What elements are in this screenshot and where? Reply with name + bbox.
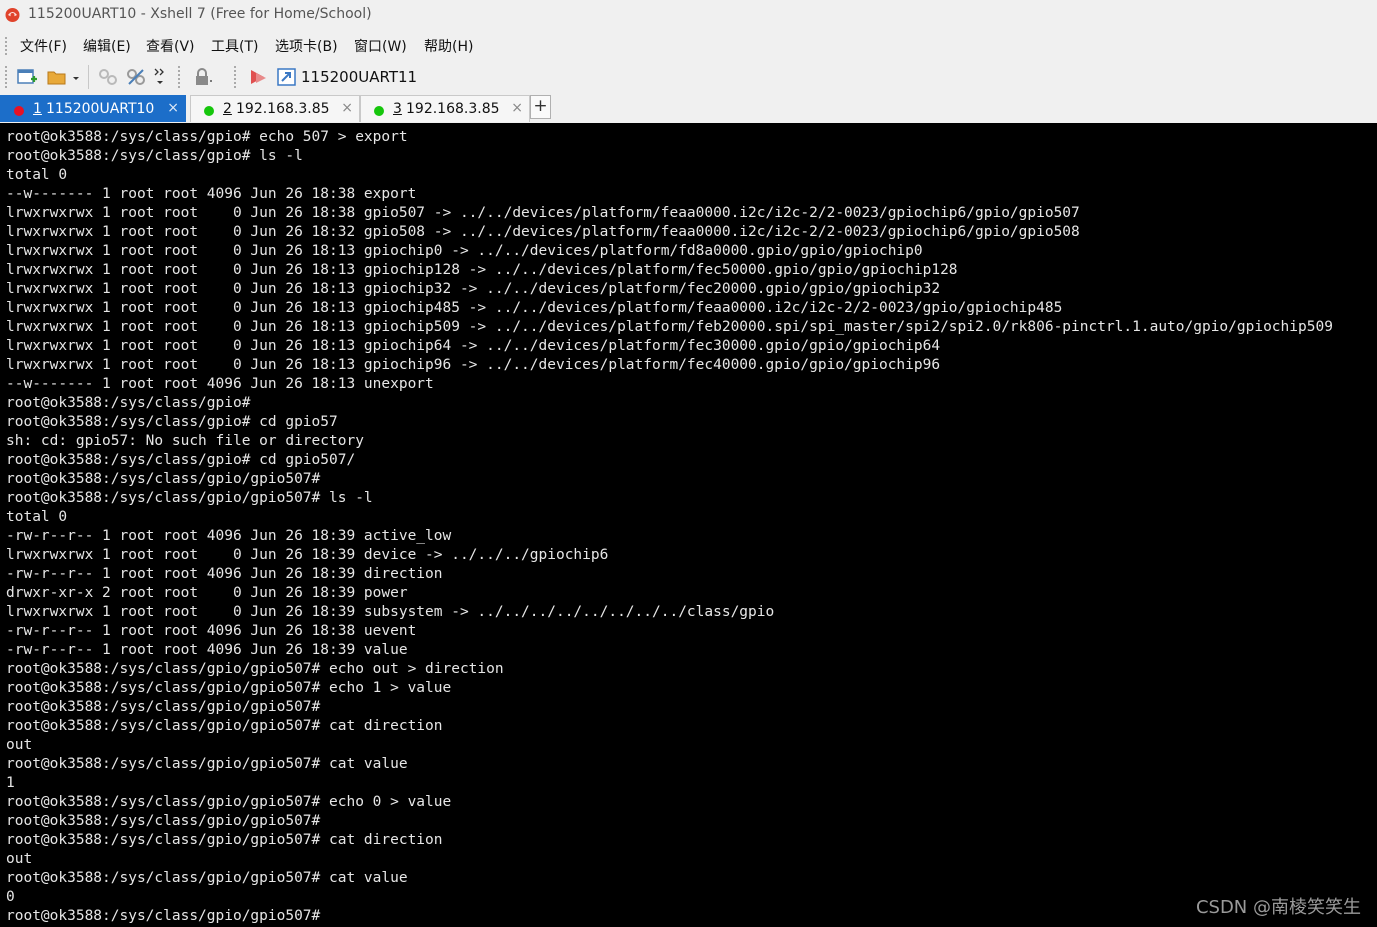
transfer-icon[interactable] — [248, 66, 270, 88]
menu-grip — [5, 37, 11, 55]
close-icon[interactable]: × — [167, 100, 179, 116]
xshell-logo-icon — [5, 8, 20, 22]
terminal-line: lrwxrwxrwx 1 root root 0 Jun 26 18:13 gp… — [6, 300, 1063, 316]
terminal-line: -rw-r--r-- 1 root root 4096 Jun 26 18:39… — [6, 642, 408, 658]
watermark: CSDN @南棱笑笑生 — [1195, 897, 1361, 918]
tab-session-3[interactable]: 3 192.168.3.85 × — [360, 95, 530, 122]
menu-window[interactable]: 窗口(W) — [354, 36, 407, 56]
terminal-line: root@ok3588:/sys/class/gpio/gpio507# cat… — [6, 832, 443, 848]
terminal-line: 1 — [6, 775, 15, 791]
close-icon[interactable]: × — [511, 100, 523, 116]
tab-session-2[interactable]: 2 192.168.3.85 × — [190, 95, 360, 122]
terminal-line: root@ok3588:/sys/class/gpio/gpio507# — [6, 699, 321, 715]
more-icon[interactable] — [153, 66, 167, 88]
terminal-line: root@ok3588:/sys/class/gpio/gpio507# — [6, 471, 321, 487]
menu-file[interactable]: 文件(F) — [20, 36, 67, 56]
menu-bar: 文件(F) 编辑(E) 查看(V) 工具(T) 选项卡(B) 窗口(W) 帮助(… — [0, 29, 1377, 60]
terminal-line: root@ok3588:/sys/class/gpio# echo 507 > … — [6, 129, 408, 145]
terminal-line: root@ok3588:/sys/class/gpio# cd gpio507/ — [6, 452, 356, 468]
terminal-line: lrwxrwxrwx 1 root root 0 Jun 26 18:13 gp… — [6, 281, 941, 297]
toolbar: 115200UART11 — [0, 60, 1377, 93]
terminal-line: total 0 — [6, 509, 68, 525]
terminal-line: lrwxrwxrwx 1 root root 0 Jun 26 18:13 gp… — [6, 357, 941, 373]
window-title: 115200UART10 - Xshell 7 (Free for Home/S… — [28, 6, 372, 22]
terminal-line: sh: cd: gpio57: No such file or director… — [6, 433, 364, 449]
terminal-line: lrwxrwxrwx 1 root root 0 Jun 26 18:32 gp… — [6, 224, 1080, 240]
terminal-line: root@ok3588:/sys/class/gpio# ls -l — [6, 148, 303, 164]
terminal-line: root@ok3588:/sys/class/gpio/gpio507# cat… — [6, 756, 408, 772]
terminal-line: root@ok3588:/sys/class/gpio# cd gpio57 — [6, 414, 338, 430]
toolbar-grip — [5, 66, 10, 88]
lock-icon[interactable] — [192, 66, 214, 88]
toolbar-grip-3 — [234, 66, 239, 88]
menu-tools[interactable]: 工具(T) — [211, 36, 258, 56]
terminal-line: root@ok3588:/sys/class/gpio/gpio507# — [6, 813, 321, 829]
terminal-line: --w------- 1 root root 4096 Jun 26 18:13… — [6, 376, 434, 392]
tab-number: 3 — [393, 101, 402, 117]
terminal-line: lrwxrwxrwx 1 root root 0 Jun 26 18:39 de… — [6, 547, 609, 563]
terminal-line: lrwxrwxrwx 1 root root 0 Jun 26 18:39 su… — [6, 604, 775, 620]
add-tab-button[interactable]: + — [530, 95, 551, 119]
session-label[interactable]: 115200UART11 — [301, 68, 417, 86]
status-dot-icon — [204, 106, 214, 116]
terminal-line: drwxr-xr-x 2 root root 0 Jun 26 18:39 po… — [6, 585, 408, 601]
terminal-line: lrwxrwxrwx 1 root root 0 Jun 26 18:13 gp… — [6, 262, 958, 278]
terminal-line: root@ok3588:/sys/class/gpio# — [6, 395, 251, 411]
status-dot-icon — [14, 106, 24, 116]
terminal-line: root@ok3588:/sys/class/gpio/gpio507# ech… — [6, 680, 452, 696]
terminal-line: -rw-r--r-- 1 root root 4096 Jun 26 18:39… — [6, 528, 452, 544]
menu-view[interactable]: 查看(V) — [146, 36, 195, 56]
terminal-line: root@ok3588:/sys/class/gpio/gpio507# cat… — [6, 718, 443, 734]
tab-label: 115200UART10 — [46, 101, 155, 117]
menu-tabs[interactable]: 选项卡(B) — [275, 36, 338, 56]
terminal-line: --w------- 1 root root 4096 Jun 26 18:38… — [6, 186, 417, 202]
terminal-line: total 0 — [6, 167, 68, 183]
terminal-line: root@ok3588:/sys/class/gpio/gpio507# ech… — [6, 661, 504, 677]
toolbar-separator — [88, 65, 89, 89]
tab-label: 192.168.3.85 — [406, 101, 500, 117]
terminal-view[interactable]: root@ok3588:/sys/class/gpio# echo 507 > … — [0, 123, 1377, 927]
tab-number: 2 — [223, 101, 232, 117]
menu-edit[interactable]: 编辑(E) — [83, 36, 131, 56]
terminal-line: root@ok3588:/sys/class/gpio/gpio507# cat… — [6, 870, 408, 886]
tab-number: 1 — [33, 101, 42, 117]
terminal-output: root@ok3588:/sys/class/gpio# echo 507 > … — [6, 128, 1333, 926]
open-folder-icon[interactable] — [46, 66, 68, 88]
menu-help[interactable]: 帮助(H) — [424, 36, 473, 56]
terminal-line: lrwxrwxrwx 1 root root 0 Jun 26 18:38 gp… — [6, 205, 1080, 221]
terminal-line: lrwxrwxrwx 1 root root 0 Jun 26 18:13 gp… — [6, 338, 941, 354]
terminal-line: lrwxrwxrwx 1 root root 0 Jun 26 18:13 gp… — [6, 319, 1333, 335]
terminal-line: out — [6, 851, 33, 867]
xftp-icon[interactable] — [276, 66, 298, 88]
title-bar: 115200UART10 - Xshell 7 (Free for Home/S… — [0, 0, 1377, 29]
connect-icon[interactable] — [97, 66, 119, 88]
new-session-icon[interactable] — [16, 66, 38, 88]
terminal-line: root@ok3588:/sys/class/gpio/gpio507# ls … — [6, 490, 373, 506]
terminal-line: -rw-r--r-- 1 root root 4096 Jun 26 18:39… — [6, 566, 443, 582]
terminal-line: -rw-r--r-- 1 root root 4096 Jun 26 18:38… — [6, 623, 417, 639]
toolbar-grip-2 — [178, 66, 183, 88]
disconnect-icon[interactable] — [125, 66, 147, 88]
tab-label: 192.168.3.85 — [236, 101, 330, 117]
terminal-line: 0 — [6, 889, 15, 905]
tab-bar: 1 115200UART10 × 2 192.168.3.85 × 3 192.… — [0, 93, 1377, 123]
terminal-line: root@ok3588:/sys/class/gpio/gpio507# — [6, 908, 321, 924]
close-icon[interactable]: × — [341, 100, 353, 116]
terminal-line: root@ok3588:/sys/class/gpio/gpio507# ech… — [6, 794, 452, 810]
terminal-line: out — [6, 737, 33, 753]
open-dropdown-icon[interactable] — [71, 66, 81, 88]
tab-session-1[interactable]: 1 115200UART10 × — [0, 95, 186, 122]
status-dot-icon — [374, 106, 384, 116]
terminal-line: lrwxrwxrwx 1 root root 0 Jun 26 18:13 gp… — [6, 243, 923, 259]
